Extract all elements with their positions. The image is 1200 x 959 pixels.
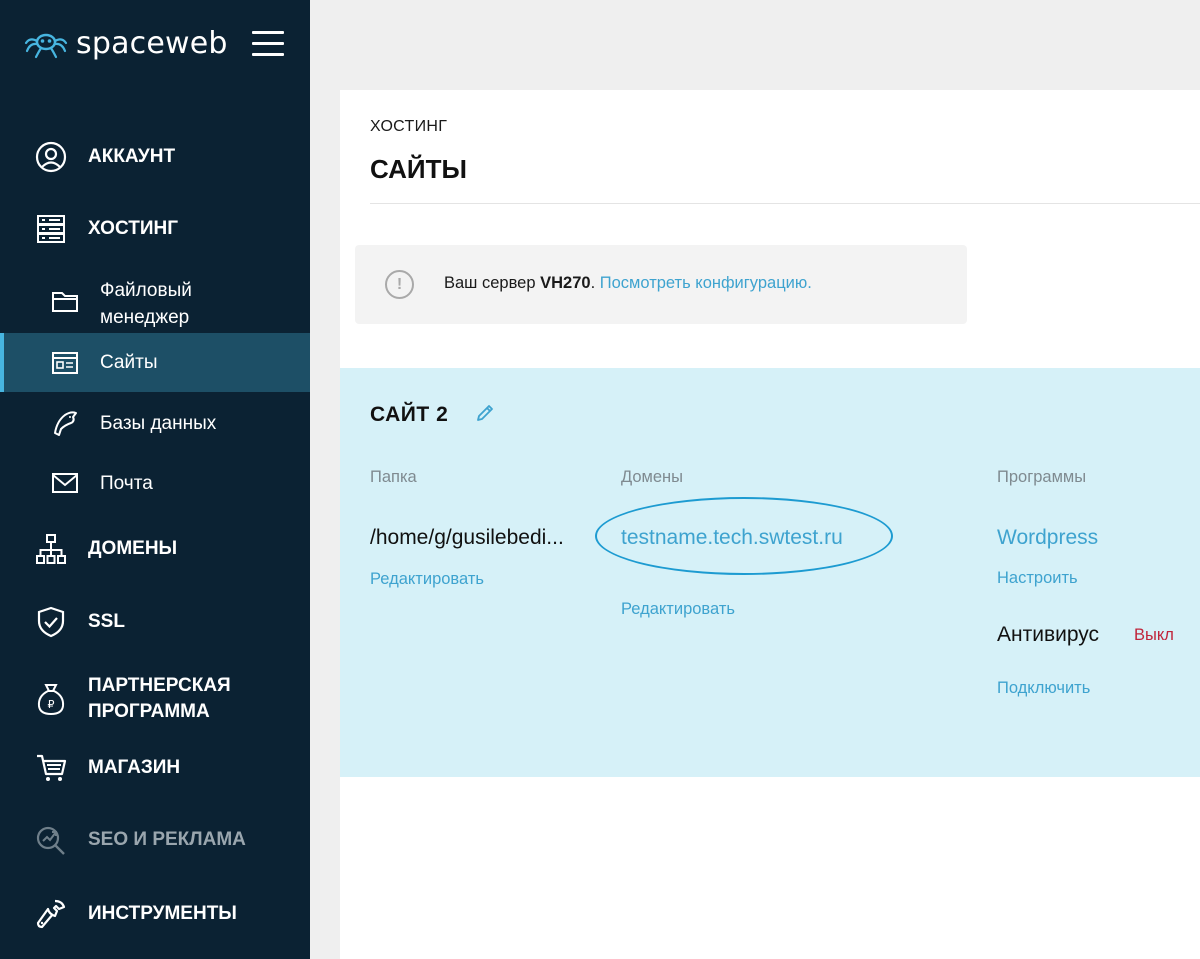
spaceweb-logo[interactable]: spaceweb xyxy=(24,26,228,61)
nav-seo-label: SEO И РЕКЛАМА xyxy=(88,829,246,850)
nav-partner-label-2: ПРОГРАММА xyxy=(88,701,210,722)
site-card: САЙТ 2 Папка /home/g/gusilebedi... Редак… xyxy=(340,368,1200,777)
nav-ssl-label: SSL xyxy=(88,611,125,632)
sidebar-item-databases[interactable]: Базы данных xyxy=(0,408,310,438)
sidebar-item-sites[interactable]: Сайты xyxy=(0,333,310,392)
spider-logo-icon xyxy=(24,33,68,58)
file-manager-label-2: менеджер xyxy=(100,307,190,328)
folder-icon xyxy=(50,286,80,316)
wrench-icon xyxy=(33,896,69,932)
nav-tools-label: ИНСТРУМЕНТЫ xyxy=(88,903,237,924)
domain-highlight-ellipse xyxy=(595,497,893,575)
svg-text:₽: ₽ xyxy=(48,698,55,711)
server-name: VH270 xyxy=(540,274,591,292)
nav-seo-ads[interactable]: SEO И РЕКЛАМА xyxy=(0,822,310,858)
folder-path: /home/g/gusilebedi... xyxy=(370,526,564,549)
domains-header: Домены xyxy=(621,468,684,486)
nav-hosting[interactable]: ХОСТИНГ xyxy=(0,211,310,247)
page-title: САЙТЫ xyxy=(370,154,467,184)
view-config-link[interactable]: Посмотреть конфигурацию. xyxy=(600,274,812,292)
nav-shop[interactable]: МАГАЗИН xyxy=(0,750,310,786)
nav-shop-label: МАГАЗИН xyxy=(88,757,181,778)
notice-dot: . xyxy=(590,274,600,292)
envelope-icon xyxy=(50,468,80,498)
notice-prefix: Ваш сервер xyxy=(444,274,541,292)
domain-edit-link[interactable]: Редактировать xyxy=(621,600,735,619)
nav-account-label: АККАУНТ xyxy=(88,146,176,167)
money-bag-icon: ₽ xyxy=(33,681,69,717)
main-content: ХОСТИНГ САЙТЫ ! Ваш сервер VH270. Посмот… xyxy=(340,90,1200,959)
nav-partner-program[interactable]: ₽ ПАРТНЕРСКАЯ ПРОГРАММА xyxy=(0,673,310,729)
sites-label: Сайты xyxy=(100,352,158,373)
breadcrumb[interactable]: ХОСТИНГ xyxy=(370,118,447,136)
browser-window-icon xyxy=(50,348,80,378)
pencil-icon[interactable] xyxy=(475,403,495,423)
antivirus-label: Антивирус xyxy=(997,623,1100,646)
nav-domains[interactable]: ДОМЕНЫ xyxy=(0,531,310,567)
sidebar-item-mail[interactable]: Почта xyxy=(0,468,310,498)
server-notice: ! Ваш сервер VH270. Посмотреть конфигура… xyxy=(355,245,967,324)
mail-label: Почта xyxy=(100,473,153,494)
dolphin-icon xyxy=(50,408,80,438)
databases-label: Базы данных xyxy=(100,413,217,434)
site-title: САЙТ 2 xyxy=(370,403,449,426)
wordpress-link[interactable]: Wordpress xyxy=(997,526,1098,550)
magnifier-chart-icon xyxy=(33,822,69,858)
antivirus-status-badge: Выкл xyxy=(1134,626,1174,644)
shopping-cart-icon xyxy=(33,750,69,786)
file-manager-label-1: Файловый xyxy=(100,280,192,301)
sitemap-icon xyxy=(33,531,69,567)
nav-tools[interactable]: ИНСТРУМЕНТЫ xyxy=(0,896,310,932)
shield-check-icon xyxy=(33,604,69,640)
nav-hosting-label: ХОСТИНГ xyxy=(88,218,178,239)
user-circle-icon xyxy=(33,139,69,175)
nav-ssl[interactable]: SSL xyxy=(0,604,310,640)
logo-text: spaceweb xyxy=(76,26,228,61)
folder-edit-link[interactable]: Редактировать xyxy=(370,570,484,589)
program-setup-link[interactable]: Настроить xyxy=(997,569,1078,588)
header-divider xyxy=(370,203,1200,204)
server-icon xyxy=(33,211,69,247)
menu-toggle-button[interactable] xyxy=(252,31,284,57)
sidebar-item-file-manager[interactable]: Файловый менеджер xyxy=(0,276,310,332)
notice-text: Ваш сервер VH270. Посмотреть конфигураци… xyxy=(444,274,812,293)
nav-domains-label: ДОМЕНЫ xyxy=(88,538,178,559)
antivirus-connect-link[interactable]: Подключить xyxy=(997,679,1090,698)
sidebar: spaceweb АККАУНТ ХОСТИНГ Файловый менедж… xyxy=(0,0,310,959)
exclamation-icon: ! xyxy=(385,270,414,299)
folder-header: Папка xyxy=(370,468,417,486)
nav-partner-label-1: ПАРТНЕРСКАЯ xyxy=(88,675,231,696)
nav-account[interactable]: АККАУНТ xyxy=(0,139,310,175)
programs-header: Программы xyxy=(997,468,1087,486)
